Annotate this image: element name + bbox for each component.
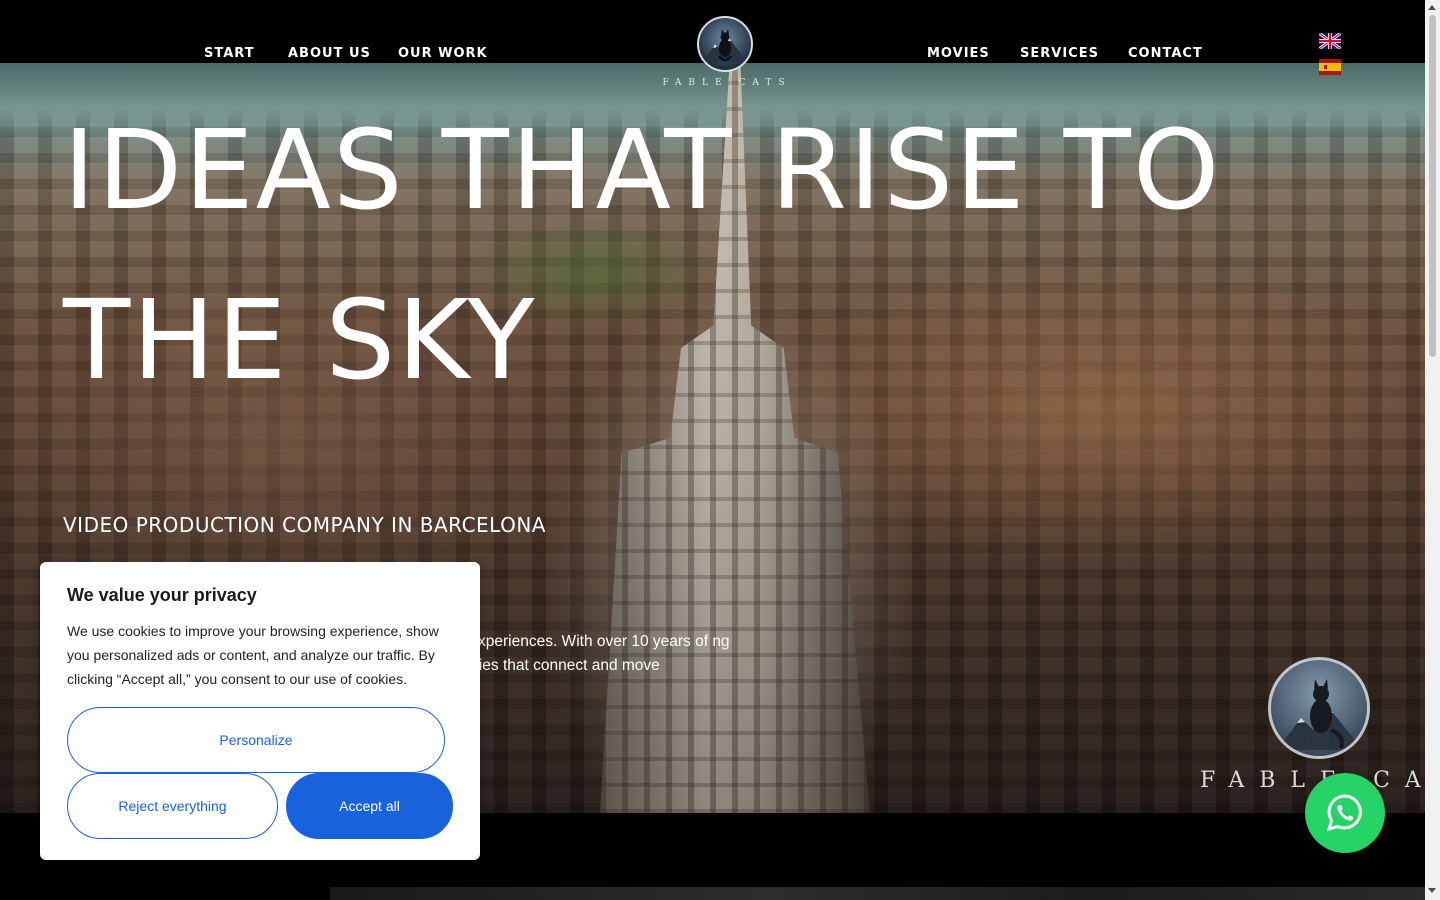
uk-flag-icon[interactable] xyxy=(1319,33,1341,49)
hero-title: IDEAS THAT RISE TO THE SKY xyxy=(63,106,1222,404)
hero-subtitle: VIDEO PRODUCTION COMPANY IN BARCELONA xyxy=(63,513,546,537)
cat-silhouette-icon xyxy=(1277,679,1363,750)
nav-our-work[interactable]: OUR WORK xyxy=(398,46,488,61)
whatsapp-icon xyxy=(1326,794,1362,832)
next-section-image xyxy=(330,887,1425,900)
reject-all-button[interactable]: Reject everything xyxy=(67,773,278,839)
cookie-title: We value your privacy xyxy=(67,585,257,605)
watermark-logo xyxy=(1268,657,1370,759)
nav-start[interactable]: START xyxy=(204,46,255,61)
cookie-description: We use cookies to improve your browsing … xyxy=(67,623,439,687)
scroll-up-icon[interactable] xyxy=(1428,5,1436,10)
cat-logo-icon xyxy=(703,29,747,62)
site-logo[interactable] xyxy=(697,16,753,72)
spain-flag-icon[interactable] xyxy=(1319,59,1341,75)
cookie-consent-dialog: We value your privacy We use cookies to … xyxy=(40,562,480,860)
nav-about-us[interactable]: ABOUT US xyxy=(288,46,371,61)
page-scrollbar[interactable] xyxy=(1425,0,1440,900)
whatsapp-button[interactable] xyxy=(1305,773,1385,853)
nav-contact[interactable]: CONTACT xyxy=(1128,46,1203,61)
scrollbar-thumb[interactable] xyxy=(1429,15,1436,357)
personalize-button[interactable]: Personalize xyxy=(67,707,445,773)
nav-movies[interactable]: MOVIES xyxy=(927,46,990,61)
scroll-down-icon[interactable] xyxy=(1428,888,1436,893)
accept-all-button[interactable]: Accept all xyxy=(286,773,453,839)
nav-services[interactable]: SERVICES xyxy=(1020,46,1099,61)
